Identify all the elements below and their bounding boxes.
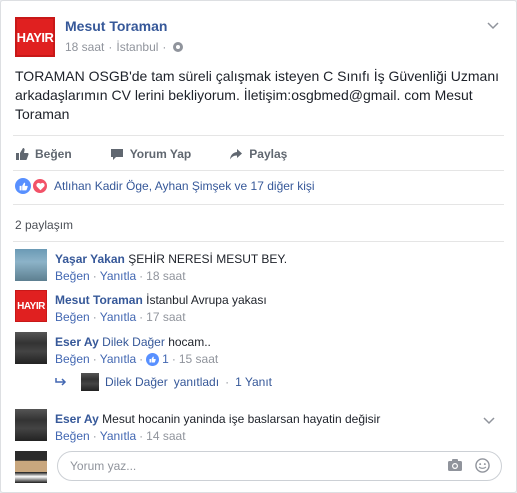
- dot-separator: ·: [92, 429, 97, 443]
- post-text: TORAMAN OSGB'de tam süreli çalışmak iste…: [15, 68, 500, 122]
- comment-like-link[interactable]: Beğen: [55, 310, 90, 324]
- replier-avatar: [81, 373, 99, 391]
- chevron-down-icon[interactable]: [482, 413, 496, 427]
- comment-footer: Beğen · Yanıtla · 17 saat: [55, 310, 186, 324]
- comment-body: Yaşar Yakan ŞEHİR NERESİ MESUT BEY.: [55, 251, 287, 267]
- comment-reply-link[interactable]: Yanıtla: [100, 310, 136, 324]
- dot-separator: ·: [171, 352, 176, 366]
- like-label: Beğen: [35, 147, 72, 161]
- comment-time[interactable]: 17 saat: [146, 310, 185, 324]
- camera-icon[interactable]: [447, 458, 463, 472]
- comment-body: Eser Ay Mesut hocanin yaninda işe baslar…: [55, 411, 380, 427]
- comment-text: İstanbul Avrupa yakası: [146, 293, 267, 307]
- dot-separator: ·: [139, 269, 144, 283]
- comment-time[interactable]: 18 saat: [146, 269, 185, 283]
- share-button[interactable]: Paylaş: [229, 143, 287, 165]
- comment-reply-link[interactable]: Yanıtla: [100, 352, 136, 366]
- divider: [13, 135, 504, 136]
- author-name[interactable]: Mesut Toraman: [65, 18, 167, 34]
- shares-count[interactable]: 2 paylaşım: [15, 218, 73, 232]
- dot-separator: ·: [92, 352, 97, 366]
- comment-like-link[interactable]: Beğen: [55, 269, 90, 283]
- comment-reply-link[interactable]: Yanıtla: [100, 269, 136, 283]
- chevron-down-icon[interactable]: [486, 18, 500, 32]
- comment-button[interactable]: Yorum Yap: [110, 143, 192, 165]
- reply-count[interactable]: 1 Yanıt: [235, 375, 272, 389]
- comment-time[interactable]: 14 saat: [146, 429, 185, 443]
- commenter-name[interactable]: Yaşar Yakan: [55, 252, 125, 266]
- divider: [13, 241, 504, 242]
- globe-icon: [173, 42, 184, 52]
- comment-composer: Yorum yaz...: [15, 449, 502, 483]
- post-meta: 18 saat · İstanbul ·: [65, 40, 184, 54]
- like-reaction-icon: [146, 352, 160, 366]
- replies-toggle[interactable]: Dilek Dağer yanıtladı · 1 Yanıt: [55, 373, 272, 391]
- tagged-user[interactable]: Dilek Dağer: [102, 335, 165, 349]
- meta-separator: ·: [108, 40, 113, 54]
- reply-arrow-icon: [55, 378, 67, 386]
- divider: [13, 170, 504, 171]
- commenter-name[interactable]: Mesut Toraman: [55, 293, 143, 307]
- dot-separator: ·: [225, 375, 230, 389]
- post-location[interactable]: İstanbul: [116, 40, 158, 54]
- dot-separator: ·: [92, 310, 97, 324]
- comment-input-placeholder: Yorum yaz...: [70, 459, 137, 473]
- share-label: Paylaş: [249, 147, 288, 161]
- replier-name[interactable]: Dilek Dağer: [105, 375, 168, 389]
- love-reaction-icon: [32, 178, 48, 194]
- dot-separator: ·: [139, 429, 144, 443]
- author-avatar[interactable]: HAYIR: [15, 17, 55, 57]
- share-icon: [230, 149, 243, 160]
- comment-input[interactable]: Yorum yaz...: [57, 451, 502, 481]
- comment-time[interactable]: 15 saat: [179, 352, 218, 366]
- comment-footer: Beğen · Yanıtla · 1 · 15 saat: [55, 352, 218, 366]
- divider: [13, 204, 504, 205]
- commenter-avatar[interactable]: [15, 409, 47, 441]
- commenter-avatar[interactable]: [15, 332, 47, 364]
- comment-text: hocam..: [168, 335, 211, 349]
- meta-separator: ·: [162, 40, 167, 54]
- reply-action: yanıtladı: [173, 375, 220, 389]
- comment-body: Mesut Toraman İstanbul Avrupa yakası: [55, 292, 267, 308]
- comment-like-link[interactable]: Beğen: [55, 429, 90, 443]
- current-user-avatar[interactable]: [15, 451, 47, 483]
- comment-reply-link[interactable]: Yanıtla: [100, 429, 136, 443]
- composer-icons: [447, 458, 490, 473]
- dot-separator: ·: [139, 310, 144, 324]
- like-reaction-icon: [15, 178, 31, 194]
- comment-footer: Beğen · Yanıtla · 18 saat: [55, 269, 186, 283]
- post-actions: Beğen Yorum Yap Paylaş: [15, 143, 287, 165]
- commenter-avatar[interactable]: HAYIR: [15, 290, 47, 322]
- commenter-name[interactable]: Eser Ay: [55, 412, 99, 426]
- dot-separator: ·: [139, 352, 144, 366]
- comment-text: ŞEHİR NERESİ MESUT BEY.: [128, 252, 288, 266]
- post-header: HAYIR Mesut Toraman 18 saat · İstanbul ·: [15, 14, 504, 58]
- reactions-summary[interactable]: Atlıhan Kadir Öge, Ayhan Şimşek ve 17 di…: [15, 178, 315, 194]
- comment-like-link[interactable]: Beğen: [55, 352, 90, 366]
- comment-body: Eser Ay Dilek Dağer hocam..: [55, 334, 211, 350]
- reactions-text[interactable]: Atlıhan Kadir Öge, Ayhan Şimşek ve 17 di…: [54, 179, 315, 193]
- avatar-logo-text: HAYIR: [17, 300, 45, 312]
- comment-label: Yorum Yap: [129, 147, 192, 161]
- thumbs-up-icon: [16, 148, 29, 160]
- commenter-name[interactable]: Eser Ay: [55, 335, 99, 349]
- comment-like-count[interactable]: 1: [162, 352, 169, 366]
- comment-footer: Beğen · Yanıtla · 14 saat: [55, 429, 186, 443]
- post-card: HAYIR Mesut Toraman 18 saat · İstanbul ·…: [0, 0, 517, 493]
- comment-text: Mesut hocanin yaninda işe baslarsan haya…: [102, 412, 381, 426]
- comment-icon: [110, 149, 123, 160]
- emoji-icon[interactable]: [475, 458, 490, 473]
- commenter-avatar[interactable]: [15, 249, 47, 281]
- dot-separator: ·: [92, 269, 97, 283]
- post-time[interactable]: 18 saat: [65, 40, 104, 54]
- avatar-logo-text: HAYIR: [16, 29, 54, 45]
- like-button[interactable]: Beğen: [15, 143, 72, 165]
